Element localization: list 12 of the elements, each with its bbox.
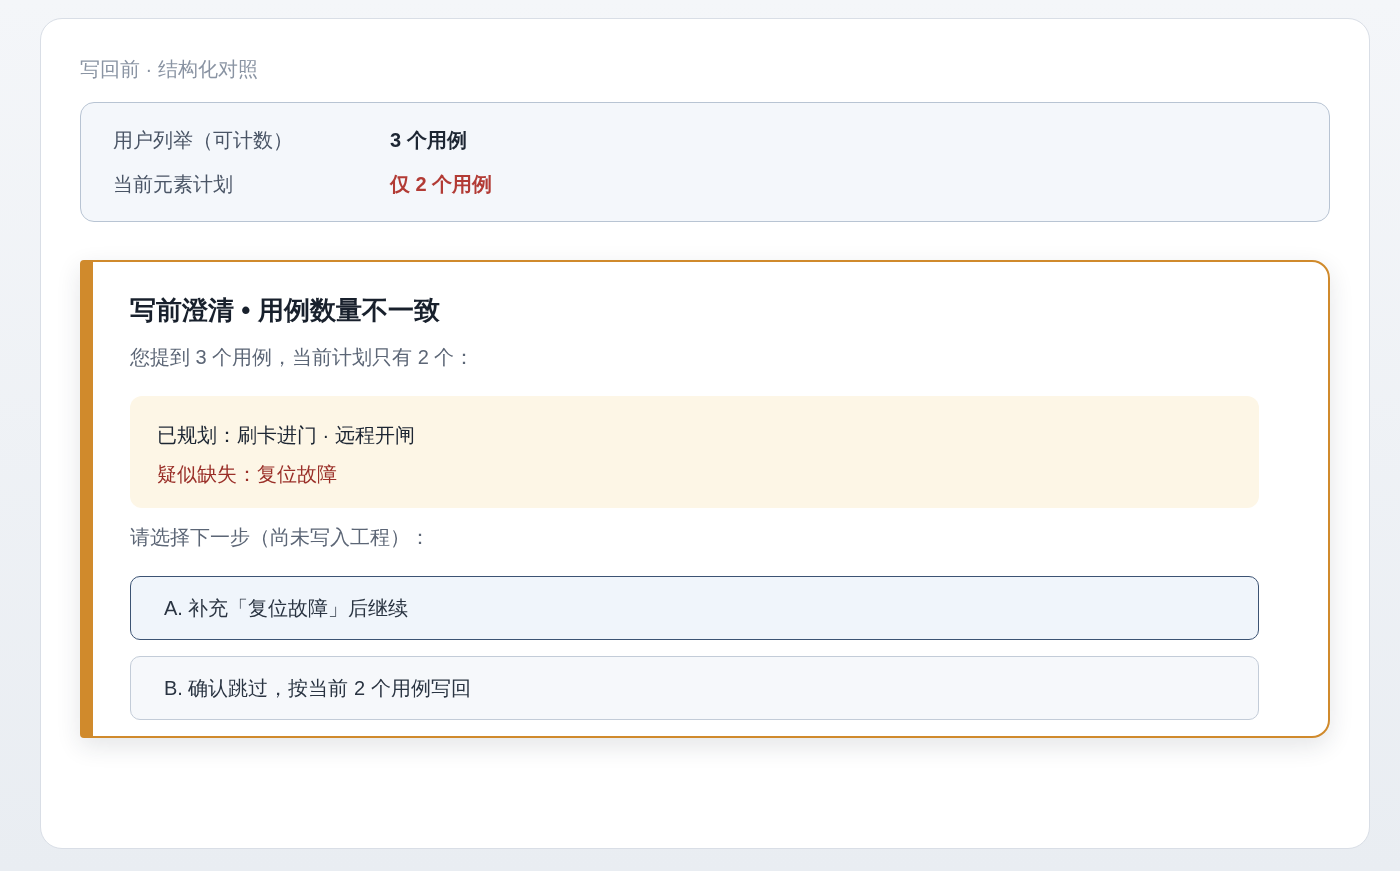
section-title: 写回前 · 结构化对照 xyxy=(80,57,259,82)
summary-line: 已规划：刷卡进门 · 远程开闸 xyxy=(157,423,416,449)
option-button[interactable]: A. 补充「复位故障」后继续 xyxy=(130,576,1259,641)
comparison-label: 当前元素计划 xyxy=(113,172,234,197)
dialog-title: 写前澄清 • 用例数量不一致 xyxy=(130,294,441,327)
comparison-value: 3 个用例 xyxy=(390,128,467,153)
summary-line: 疑似缺失：复位故障 xyxy=(157,462,338,488)
dialog-message: 您提到 3 个用例，当前计划只有 2 个： xyxy=(130,345,476,371)
comparison-label: 用户列举（可计数） xyxy=(113,128,294,153)
comparison-value: 仅 2 个用例 xyxy=(390,172,493,197)
option-button[interactable]: B. 确认跳过，按当前 2 个用例写回 xyxy=(130,656,1259,721)
dialog-prompt: 请选择下一步（尚未写入工程）： xyxy=(130,525,431,551)
